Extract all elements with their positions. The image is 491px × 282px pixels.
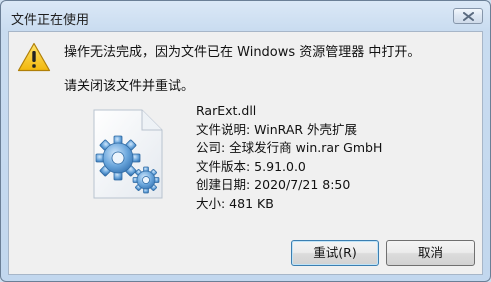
dll-file-icon <box>93 109 163 199</box>
cancel-button[interactable]: 取消 <box>386 240 475 266</box>
file-created-date: 创建日期: 2020/7/21 8:50 <box>196 177 351 192</box>
file-version: 文件版本: 5.91.0.0 <box>196 158 306 174</box>
file-company: 公司: 全球发行商 win.rar GmbH <box>196 140 383 155</box>
dialog-content: 操作无法完成，因为文件已在 Windows 资源管理器 中打开。 请关闭该文件并… <box>8 31 483 275</box>
file-size: 大小: 481 KB <box>196 195 274 211</box>
retry-button[interactable]: 重试(R) <box>291 240 379 266</box>
dialog-title: 文件正在使用 <box>11 13 90 28</box>
warning-icon <box>17 42 51 72</box>
file-name: RarExt.dll <box>196 103 257 118</box>
error-message: 操作无法完成，因为文件已在 Windows 资源管理器 中打开。 <box>64 45 421 60</box>
close-icon <box>463 12 474 21</box>
instruction-message: 请关闭该文件并重试。 <box>64 79 195 94</box>
file-description: 文件说明: WinRAR 外壳扩展 <box>196 121 358 137</box>
close-button[interactable] <box>453 8 483 24</box>
file-details: RarExt.dll 文件说明: WinRAR 外壳扩展 公司: 全球发行商 w… <box>196 102 382 213</box>
file-in-use-dialog: 文件正在使用 操作无法完成，因为文件已在 Windows 资源管理器 中打开。 … <box>0 0 491 282</box>
title-bar[interactable]: 文件正在使用 <box>1 1 490 31</box>
